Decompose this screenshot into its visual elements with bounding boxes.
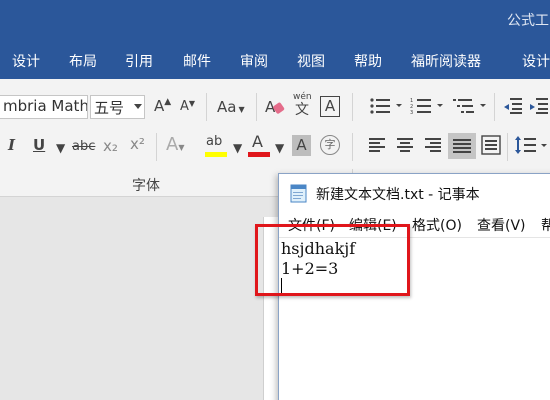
multilevel-list-icon [453, 99, 486, 113]
bullets-button[interactable] [369, 97, 405, 119]
divider [206, 93, 207, 121]
divider [352, 133, 353, 161]
chevron-down-icon: ▼ [178, 143, 185, 152]
down-arrow-icon: ▼ [188, 99, 196, 108]
character-border-label: A [324, 97, 336, 115]
justify-button[interactable] [448, 133, 476, 159]
tab-review[interactable]: 审阅 [240, 51, 268, 71]
align-center-button[interactable] [397, 138, 415, 156]
chevron-down-icon[interactable]: ▼ [233, 141, 242, 155]
align-left-button[interactable] [369, 138, 387, 156]
divider [352, 93, 353, 121]
font-size-combo[interactable]: 五号 [90, 95, 145, 119]
change-case-label: Aa [217, 98, 237, 116]
superscript-button[interactable]: x² [130, 135, 145, 153]
red-highlight-box [255, 224, 410, 296]
align-right-icon [425, 138, 441, 152]
tab-view[interactable]: 视图 [297, 51, 325, 71]
tab-design[interactable]: 设计 [12, 51, 40, 71]
eraser-icon: A [265, 98, 285, 116]
multilevel-list-button[interactable] [453, 97, 489, 119]
font-size-value: 五号 [94, 99, 125, 117]
highlight-label: ab [206, 134, 223, 149]
shrink-font-label: A [180, 99, 189, 114]
svg-text:3: 3 [410, 110, 413, 115]
tab-foxit-reader[interactable]: 福昕阅读器 [411, 51, 481, 71]
font-color-label: A [252, 132, 263, 151]
word-window: 公式工 设计 布局 引用 邮件 审阅 视图 帮助 福昕阅读器 设计 mbria … [0, 0, 550, 400]
strikethrough-button[interactable]: abc [72, 139, 95, 154]
font-name-value: mbria Math [3, 97, 88, 115]
chevron-down-icon: ▼ [238, 105, 245, 114]
highlight-color-bar [205, 152, 227, 157]
grow-font-button[interactable]: A▲ [154, 97, 171, 115]
chevron-down-icon[interactable]: ▼ [275, 141, 284, 155]
align-left-icon [369, 138, 385, 152]
tab-equation-design[interactable]: 设计 [522, 51, 550, 71]
subscript-button[interactable]: x₂ [103, 137, 118, 155]
tab-help[interactable]: 帮助 [354, 51, 382, 71]
chevron-down-icon [134, 104, 142, 109]
divider [156, 133, 157, 161]
tab-mailings[interactable]: 邮件 [183, 51, 211, 71]
phonetic-top: wén [293, 92, 312, 102]
text-highlight-button[interactable]: ab [205, 134, 227, 160]
align-center-icon [397, 138, 413, 152]
window-title: 公式工 [507, 13, 549, 29]
grow-font-label: A [154, 97, 165, 115]
character-border-button[interactable]: A [320, 96, 340, 117]
distributed-icon [481, 135, 501, 155]
decrease-indent-icon [504, 98, 522, 114]
strikethrough-label: abc [72, 139, 96, 154]
font-color-bar [248, 152, 270, 157]
title-bar: 公式工 [0, 0, 550, 42]
font-color-button[interactable]: A [248, 132, 270, 160]
divider [507, 133, 508, 161]
menu-help[interactable]: 帮 [541, 215, 550, 235]
clear-formatting-button[interactable]: A [264, 96, 286, 122]
change-case-button[interactable]: Aa ▼ [217, 98, 245, 116]
increase-indent-button[interactable] [528, 97, 550, 119]
numbering-button[interactable]: 1 2 3 [410, 97, 446, 119]
menu-format[interactable]: 格式(O) [412, 215, 462, 235]
subscript-label: x₂ [103, 137, 118, 155]
superscript-label: x² [130, 135, 145, 153]
up-arrow-icon: ▲ [164, 97, 172, 107]
underline-button[interactable]: U [33, 136, 45, 154]
numbered-list-icon: 1 2 3 [410, 98, 443, 116]
line-spacing-button[interactable] [515, 135, 549, 159]
line-spacing-icon [515, 136, 547, 154]
underline-label: U [33, 136, 46, 154]
tab-references[interactable]: 引用 [125, 51, 153, 71]
divider [494, 93, 495, 121]
tab-layout[interactable]: 布局 [69, 51, 97, 71]
bullet-list-icon [370, 98, 402, 114]
italic-button[interactable]: I [8, 136, 15, 154]
divider [256, 93, 257, 121]
menu-view[interactable]: 查看(V) [477, 215, 526, 235]
notepad-app-icon [290, 183, 308, 203]
font-group-label: 字体 [132, 178, 160, 194]
text-effects-label: A [166, 134, 179, 155]
increase-indent-icon [530, 98, 548, 114]
notepad-title: 新建文本文档.txt - 记事本 [316, 187, 480, 203]
decrease-indent-button[interactable] [502, 97, 524, 119]
notepad-title-bar[interactable]: 新建文本文档.txt - 记事本 [279, 174, 550, 211]
font-name-combo[interactable]: mbria Math [0, 95, 88, 119]
justify-icon [453, 139, 471, 153]
distributed-button[interactable] [481, 135, 501, 159]
enclose-characters-button[interactable]: 字 [320, 135, 340, 155]
phonetic-main: 文 [295, 102, 309, 118]
align-right-button[interactable] [425, 138, 443, 156]
text-effects-button[interactable]: A▼ [166, 134, 184, 155]
ribbon-tabs: 设计 布局 引用 邮件 审阅 视图 帮助 福昕阅读器 设计 [0, 42, 550, 79]
shrink-font-button[interactable]: A▼ [180, 99, 195, 114]
enclose-characters-label: 字 [324, 138, 336, 151]
phonetic-guide-button[interactable]: wén 文 [293, 92, 312, 122]
chevron-down-icon[interactable]: ▼ [56, 141, 65, 155]
character-shading-label: A [296, 136, 307, 154]
italic-label: I [8, 136, 16, 154]
character-shading-button[interactable]: A [292, 135, 311, 156]
